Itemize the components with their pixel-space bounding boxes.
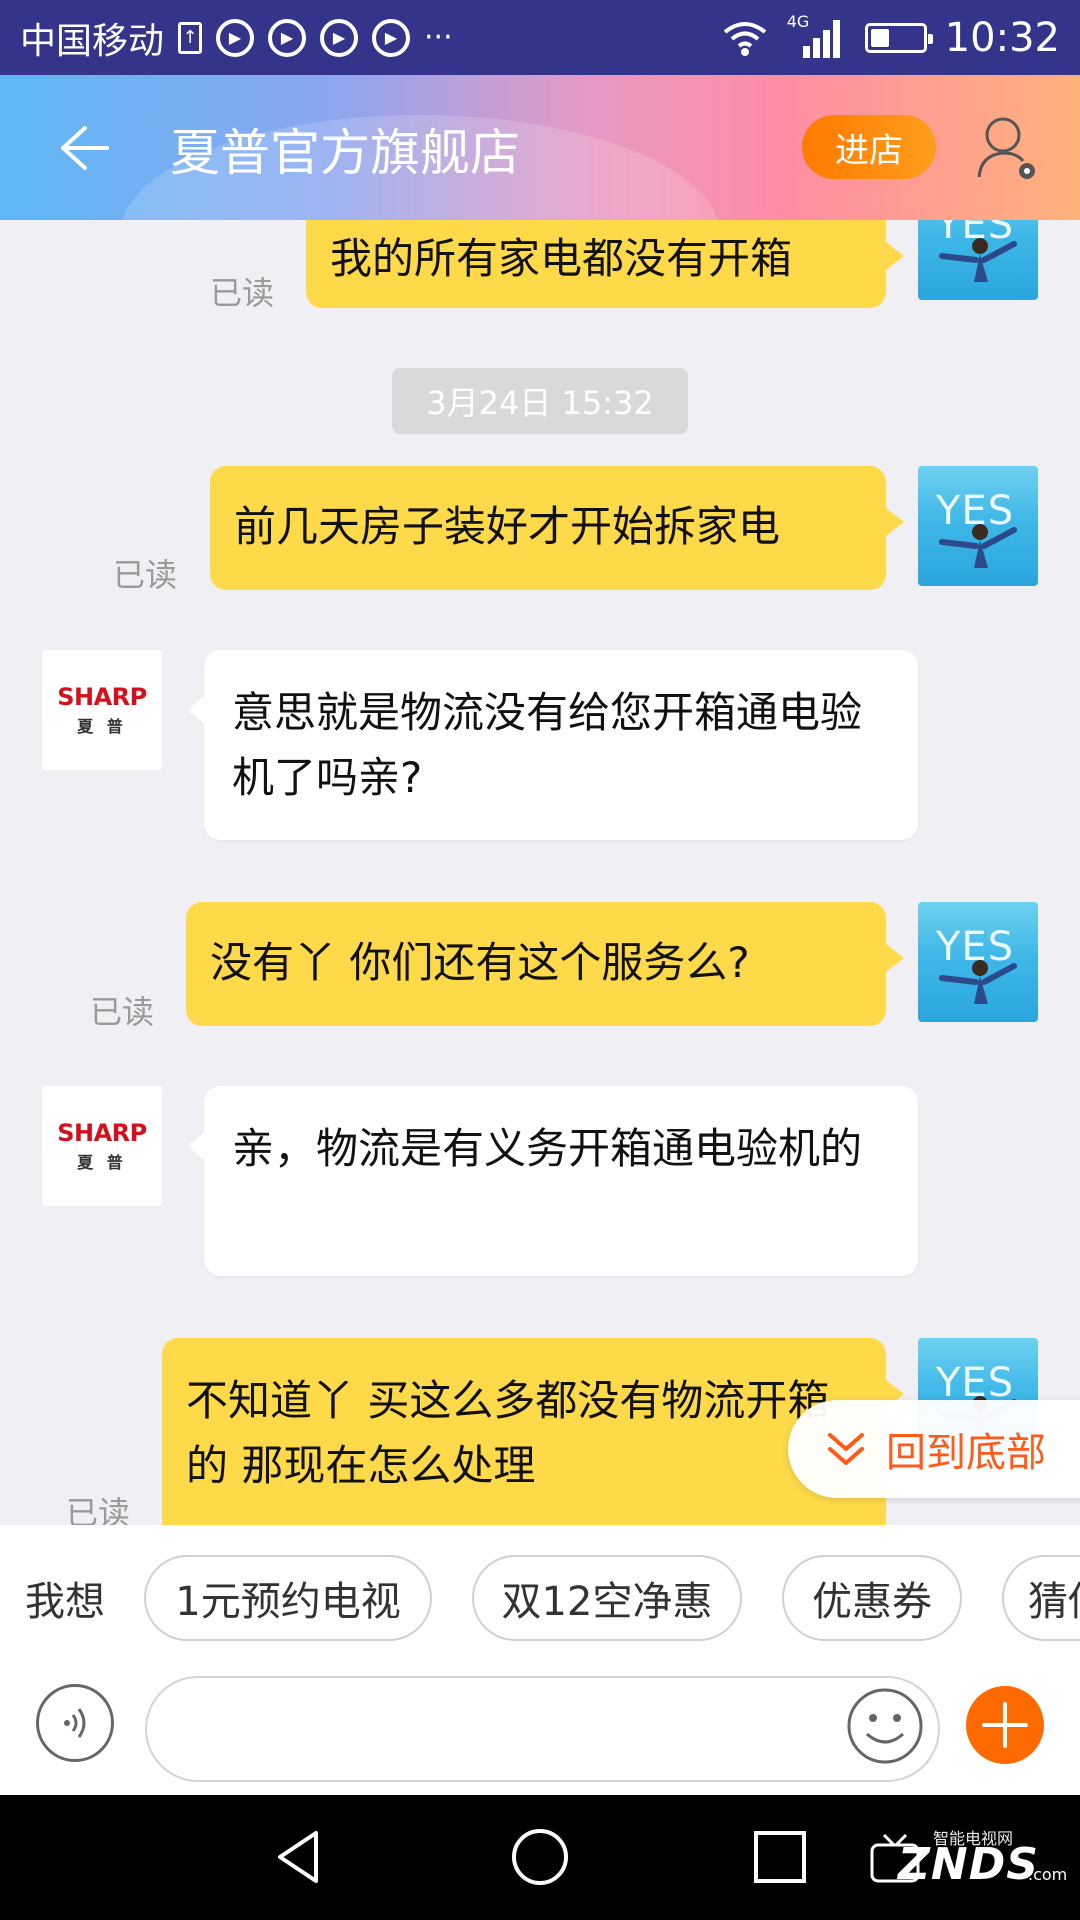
back-arrow-icon[interactable] bbox=[55, 120, 111, 176]
message-bubble-received[interactable]: 意思就是物流没有给您开箱通电验机了吗亲? bbox=[188, 650, 918, 840]
voice-input-button[interactable] bbox=[36, 1684, 114, 1762]
message-bubble-sent[interactable]: 不知道丫 买这么多都没有物流开箱的 那现在怎么处理 bbox=[162, 1338, 904, 1525]
carrier-label: 中国移动 bbox=[20, 20, 165, 62]
voice-icon bbox=[64, 1708, 86, 1738]
enter-store-button[interactable]: 进店 bbox=[802, 115, 936, 179]
play-notification-icon: ▶ bbox=[372, 18, 411, 57]
message-text: 不知道丫 买这么多都没有物流开箱的 那现在怎么处理 bbox=[186, 1376, 830, 1490]
message-text: 我的所有家电都没有开箱 bbox=[330, 234, 793, 283]
quick-reply-chip[interactable]: 1元预约电视 bbox=[144, 1555, 432, 1641]
more-notifications-icon: ··· bbox=[424, 20, 453, 55]
my-avatar[interactable]: YES bbox=[918, 220, 1038, 300]
quick-reply-chip[interactable]: 猜你 bbox=[1002, 1555, 1080, 1641]
message-list[interactable]: 已读 我的所有家电都没有开箱 YES 3月24日 15:32 已读 前几天房子装… bbox=[0, 220, 1080, 1525]
play-notification-icon: ▶ bbox=[216, 18, 255, 57]
back-to-bottom-button[interactable]: 回到底部 bbox=[788, 1400, 1080, 1498]
quick-reply-bar: 我想 1元预约电视 双12空净惠 优惠券 猜你 bbox=[0, 1525, 1080, 1670]
person-figure-icon bbox=[939, 238, 1017, 282]
shop-avatar[interactable]: SHARP 夏 普 bbox=[42, 1086, 162, 1206]
sharp-logo: SHARP bbox=[57, 1119, 147, 1147]
sharp-logo-cn: 夏 普 bbox=[77, 1153, 127, 1172]
sharp-logo-cn: 夏 普 bbox=[77, 717, 127, 736]
message-text: 亲，物流是有义务开箱通电验机的 bbox=[232, 1124, 863, 1173]
message-bubble-sent[interactable]: 没有丫 你们还有这个服务么? bbox=[186, 902, 904, 1026]
sharp-logo: SHARP bbox=[57, 683, 147, 711]
message-bubble-sent[interactable]: 前几天房子装好才开始拆家电 bbox=[210, 466, 904, 590]
person-figure-icon bbox=[939, 960, 1017, 1004]
quick-reply-chip[interactable]: 双12空净惠 bbox=[472, 1555, 742, 1641]
play-notification-icon: ▶ bbox=[268, 18, 307, 57]
store-title: 夏普官方旗舰店 bbox=[170, 124, 520, 182]
read-receipt: 已读 bbox=[90, 993, 155, 1031]
clock: 10:32 bbox=[944, 14, 1060, 61]
read-receipt: 已读 bbox=[113, 556, 178, 594]
upload-notification-icon: ↑ bbox=[178, 21, 203, 54]
play-notification-icon: ▶ bbox=[320, 18, 359, 57]
message-bubble-received[interactable]: 亲，物流是有义务开箱通电验机的 bbox=[188, 1086, 918, 1276]
chat-header: 夏普官方旗舰店 进店 bbox=[0, 75, 1080, 220]
my-avatar[interactable]: YES bbox=[918, 902, 1038, 1022]
message-text: 前几天房子装好才开始拆家电 bbox=[234, 502, 781, 551]
more-options-button[interactable] bbox=[966, 1686, 1044, 1764]
message-text: 意思就是物流没有给您开箱通电验机了吗亲? bbox=[232, 688, 863, 802]
timestamp-divider: 3月24日 15:32 bbox=[392, 368, 688, 434]
read-receipt: 已读 bbox=[66, 1494, 131, 1525]
cellular-signal-icon: 4G bbox=[787, 12, 847, 60]
my-avatar[interactable]: YES bbox=[918, 466, 1038, 586]
user-settings-icon[interactable] bbox=[975, 115, 1039, 183]
nav-home-icon[interactable] bbox=[510, 1827, 570, 1887]
message-text: 没有丫 你们还有这个服务么? bbox=[210, 938, 750, 987]
double-chevron-down-icon bbox=[828, 1433, 864, 1465]
message-input-bar bbox=[0, 1670, 1080, 1795]
nav-recents-icon[interactable] bbox=[752, 1829, 808, 1885]
quick-reply-chip[interactable]: 优惠券 bbox=[782, 1555, 962, 1641]
system-navigation-bar: 智能电视网 ZNDS .com bbox=[0, 1795, 1080, 1920]
plus-icon bbox=[982, 1702, 1028, 1748]
emoji-icon[interactable] bbox=[845, 1686, 925, 1766]
battery-icon bbox=[864, 22, 933, 53]
message-bubble-sent[interactable]: 我的所有家电都没有开箱 bbox=[306, 220, 904, 308]
shop-avatar[interactable]: SHARP 夏 普 bbox=[42, 650, 162, 770]
wifi-icon bbox=[723, 21, 766, 56]
quick-reply-label: 我想 bbox=[25, 1579, 105, 1625]
message-input[interactable] bbox=[145, 1676, 940, 1782]
status-bar: 中国移动 ↑ ▶ ▶ ▶ ▶ ··· 4G 10:32 bbox=[0, 0, 1080, 75]
nav-back-icon[interactable] bbox=[270, 1827, 330, 1887]
read-receipt: 已读 bbox=[210, 274, 275, 312]
person-figure-icon bbox=[939, 524, 1017, 568]
back-to-bottom-label: 回到底部 bbox=[886, 1430, 1046, 1476]
